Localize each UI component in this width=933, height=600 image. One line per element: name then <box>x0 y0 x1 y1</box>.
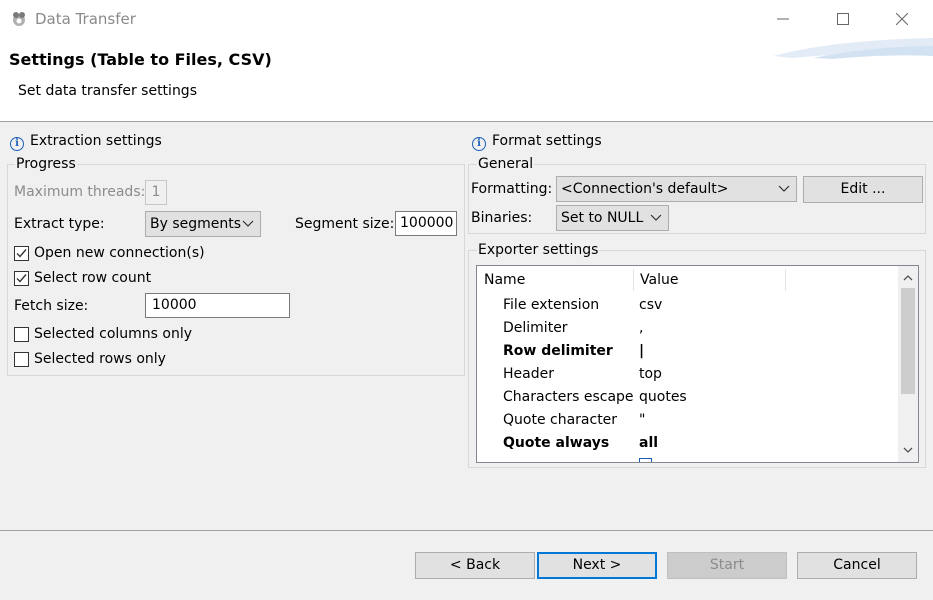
checkmark-icon <box>16 248 27 258</box>
table-header: Name Value <box>477 266 897 294</box>
extract-type-select[interactable]: By segments <box>145 211 261 237</box>
property-value[interactable]: quotes <box>639 386 687 409</box>
close-icon <box>896 13 908 25</box>
progress-group-label: Progress <box>15 156 77 172</box>
chevron-down-icon[interactable] <box>902 444 914 456</box>
checkbox-box[interactable] <box>14 245 29 261</box>
chevron-down-icon <box>650 214 662 221</box>
partial-checkbox[interactable] <box>639 458 652 462</box>
extract-type-label: Extract type: <box>14 216 105 232</box>
dbeaver-beaver-icon <box>13 12 25 26</box>
max-threads-field: 1 <box>145 180 167 205</box>
property-name: Row delimiter <box>503 343 613 359</box>
selected-rows-only-label: Selected rows only <box>34 351 166 367</box>
footer-separator <box>0 530 933 531</box>
property-name: Delimiter <box>503 320 568 336</box>
page-title: Settings (Table to Files, CSV) <box>9 50 272 69</box>
binaries-select[interactable]: Set to NULL <box>556 205 669 231</box>
fetch-size-field[interactable]: 10000 <box>145 293 290 318</box>
info-icon: i <box>472 137 486 151</box>
info-icon: i <box>10 137 24 151</box>
column-separator <box>785 269 786 291</box>
select-row-count-checkbox[interactable]: Select row count <box>14 270 151 286</box>
vertical-scrollbar[interactable] <box>898 266 918 462</box>
property-value[interactable]: | <box>639 340 644 363</box>
checkbox-box[interactable] <box>14 270 29 286</box>
maximize-button[interactable] <box>820 4 866 34</box>
maximize-icon <box>837 13 849 25</box>
property-name: Quote character <box>503 412 618 428</box>
extract-type-value: By segments <box>150 216 242 232</box>
max-threads-label: Maximum threads: <box>14 184 146 200</box>
select-row-count-label: Select row count <box>34 270 152 286</box>
format-settings-title: i Format settings <box>472 133 602 151</box>
checkbox-box[interactable] <box>14 351 29 367</box>
exporter-settings-label: Exporter settings <box>477 242 600 258</box>
minimize-icon <box>777 18 789 20</box>
open-new-connection-label: Open new connection(s) <box>34 245 205 261</box>
edit-formatting-button[interactable]: Edit ... <box>803 176 923 203</box>
formatting-value: <Connection's default> <box>561 181 729 197</box>
column-header-name[interactable]: Name <box>477 266 525 294</box>
back-button[interactable]: < Back <box>415 552 535 579</box>
checkmark-icon <box>16 273 27 283</box>
table-row-partial[interactable] <box>477 455 897 462</box>
checkbox-box[interactable] <box>14 326 29 342</box>
table-row[interactable]: File extension csv <box>477 294 897 317</box>
binaries-value: Set to NULL <box>561 210 644 226</box>
page-subtitle: Set data transfer settings <box>18 83 197 99</box>
chevron-down-icon <box>778 185 790 192</box>
format-settings-label: Format settings <box>492 133 602 149</box>
binaries-label: Binaries: <box>471 210 533 226</box>
minimize-button[interactable] <box>760 4 806 34</box>
property-value[interactable]: , <box>639 317 643 340</box>
selected-columns-only-label: Selected columns only <box>34 326 193 342</box>
property-name: Characters escape <box>503 389 634 405</box>
chevron-down-icon <box>242 220 254 227</box>
table-row[interactable]: Quote character " <box>477 409 897 432</box>
table-row[interactable]: Characters escape quotes <box>477 386 897 409</box>
general-group-label: General <box>477 156 535 172</box>
table-row[interactable]: Quote always all <box>477 432 897 455</box>
formatting-select[interactable]: <Connection's default> <box>556 176 797 202</box>
extraction-settings-label: Extraction settings <box>30 133 162 149</box>
wizard-header: Settings (Table to Files, CSV) Set data … <box>0 38 933 122</box>
exporter-properties-table[interactable]: Name Value File extension csv Delimiter … <box>476 265 919 463</box>
open-new-connection-checkbox[interactable]: Open new connection(s) <box>14 245 205 261</box>
column-header-value[interactable]: Value <box>633 266 678 294</box>
extraction-settings-title: i Extraction settings <box>10 133 162 151</box>
table-row[interactable]: Delimiter , <box>477 317 897 340</box>
property-value[interactable]: top <box>639 363 662 386</box>
fetch-size-label: Fetch size: <box>14 298 89 314</box>
window-title: Data Transfer <box>35 10 136 28</box>
header-decoration <box>773 38 933 59</box>
property-name: File extension <box>503 297 600 313</box>
start-button[interactable]: Start <box>667 552 787 579</box>
segment-size-field[interactable]: 100000 <box>395 211 457 236</box>
selected-columns-only-checkbox[interactable]: Selected columns only <box>14 326 192 342</box>
cancel-button[interactable]: Cancel <box>797 552 917 579</box>
next-button[interactable]: Next > <box>537 552 657 579</box>
selected-rows-only-checkbox[interactable]: Selected rows only <box>14 351 166 367</box>
chevron-up-icon[interactable] <box>902 272 914 284</box>
segment-size-label: Segment size: <box>295 216 395 232</box>
window-titlebar: Data Transfer <box>0 0 933 38</box>
property-name: Quote always <box>503 435 610 451</box>
close-button[interactable] <box>879 4 925 34</box>
table-row[interactable]: Row delimiter | <box>477 340 897 363</box>
formatting-label: Formatting: <box>471 181 553 197</box>
property-value[interactable]: csv <box>639 294 662 317</box>
table-row[interactable]: Header top <box>477 363 897 386</box>
property-name: Header <box>503 366 554 382</box>
property-value[interactable]: " <box>639 409 645 432</box>
property-value[interactable]: all <box>639 432 658 455</box>
scrollbar-thumb[interactable] <box>901 288 915 394</box>
